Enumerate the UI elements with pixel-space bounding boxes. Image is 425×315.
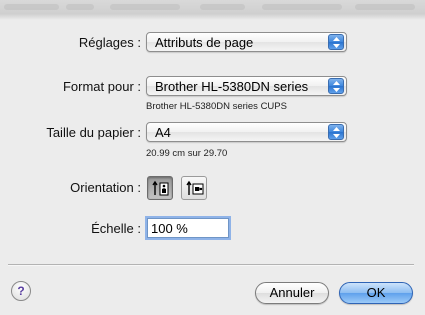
scale-input[interactable] [147, 218, 229, 238]
format-for-popup[interactable]: Brother HL-5380DN series [146, 76, 347, 96]
scale-label: Échelle : [91, 221, 141, 236]
portrait-orientation-button[interactable] [147, 176, 173, 200]
background-window-toolbar [0, 0, 425, 14]
portrait-orientation-icon [152, 180, 169, 196]
popup-stepper-icon [328, 34, 344, 50]
sheet-shadow [0, 14, 425, 20]
format-for-label: Format pour : [62, 79, 141, 94]
cancel-button[interactable]: Annuler [255, 282, 329, 304]
settings-label: Réglages : [78, 35, 141, 50]
paper-dimensions: 20.99 cm sur 29.70 [146, 148, 228, 159]
page-setup-sheet: Réglages : Attributs de page Format pour… [0, 0, 425, 315]
orientation-label: Orientation : [70, 180, 141, 195]
printer-subtitle: Brother HL-5380DN series CUPS [146, 101, 287, 112]
landscape-orientation-icon [186, 180, 204, 195]
settings-popup-value: Attributs de page [155, 35, 254, 50]
paper-size-popup-value: A4 [155, 125, 171, 140]
settings-popup[interactable]: Attributs de page [146, 32, 347, 52]
paper-size-popup[interactable]: A4 [146, 122, 347, 142]
popup-stepper-icon [328, 78, 344, 94]
paper-size-label: Taille du papier : [46, 125, 141, 140]
format-for-popup-value: Brother HL-5380DN series [155, 79, 309, 94]
button-separator [8, 264, 414, 266]
help-button[interactable]: ? [11, 281, 31, 301]
popup-stepper-icon [328, 124, 344, 140]
ok-button[interactable]: OK [339, 282, 413, 304]
landscape-orientation-button[interactable] [181, 176, 207, 200]
